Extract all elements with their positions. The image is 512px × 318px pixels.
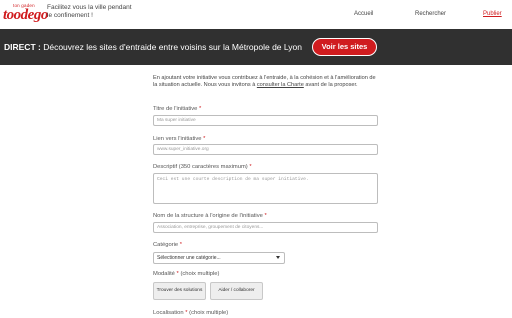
banner-prefix: DIRECT : <box>4 42 41 52</box>
nav-accueil[interactable]: Accueil <box>354 11 373 17</box>
link-label-text: Lien vers l'initiative <box>153 136 202 142</box>
modality-option-aider[interactable]: Aider / collaborer <box>210 282 263 300</box>
title-label: Titre de l'initiative * <box>153 106 201 112</box>
required-mark: * <box>264 213 267 219</box>
organization-label: Nom de la structure à l'origine de l'ini… <box>153 213 267 219</box>
description-label-text: Descriptif (350 caractères maximum) <box>153 164 248 170</box>
modality-label: Modalité * (choix multiple) <box>153 271 219 277</box>
link-input[interactable]: www.super_initiative.org <box>153 144 378 155</box>
site-header: ton gaden toodego Facilitez vous la vill… <box>0 0 512 29</box>
chevron-down-icon <box>276 256 280 259</box>
required-mark: * <box>185 310 188 316</box>
modality-option-trouver[interactable]: Trouver des solutions <box>153 282 206 300</box>
location-label-text: Localisation <box>153 310 184 316</box>
required-mark: * <box>179 242 183 248</box>
description-label: Descriptif (350 caractères maximum) * <box>153 164 252 170</box>
location-hint: (choix multiple) <box>189 310 229 316</box>
link-label: Lien vers l'initiative * <box>153 136 205 142</box>
required-mark: * <box>203 136 206 142</box>
organization-input[interactable]: Association, entreprise, groupement de c… <box>153 222 378 233</box>
nav-publier[interactable]: Publier <box>483 11 502 17</box>
category-label: Catégorie * <box>153 242 182 248</box>
category-selected-value: Sélectionner une catégorie... <box>157 255 221 261</box>
form-intro: En ajoutant votre initiative vous contri… <box>153 75 378 89</box>
required-mark: * <box>199 106 202 112</box>
required-mark: * <box>249 164 252 170</box>
voir-les-sites-button[interactable]: Voir les sites <box>312 38 377 56</box>
banner-text: DIRECT : Découvrez les sites d'entraide … <box>4 42 302 52</box>
required-mark: * <box>176 271 179 277</box>
intro-end: avant de la proposer. <box>303 82 358 88</box>
modality-label-text: Modalité <box>153 271 175 277</box>
site-tagline: Facilitez vous la ville pendant le confi… <box>47 4 132 19</box>
category-select[interactable]: Sélectionner une catégorie... <box>153 252 285 264</box>
toodego-logo[interactable]: ton gaden toodego <box>3 3 51 27</box>
nav-rechercher[interactable]: Rechercher <box>415 11 446 17</box>
modality-hint: (choix multiple) <box>180 271 220 277</box>
banner-message: Découvrez les sites d'entraide entre voi… <box>40 42 303 52</box>
title-label-text: Titre de l'initiative <box>153 106 198 112</box>
charter-link[interactable]: consulter la Charte <box>257 82 304 88</box>
live-banner: DIRECT : Découvrez les sites d'entraide … <box>0 29 512 65</box>
description-textarea[interactable]: Ceci est une courte description de ma su… <box>153 173 378 204</box>
title-input[interactable]: Ma super initiative <box>153 115 378 126</box>
category-label-text: Catégorie <box>153 242 179 248</box>
organization-label-text: Nom de la structure à l'origine de l'ini… <box>153 213 263 219</box>
logo-wordmark: toodego <box>3 7 48 23</box>
location-label: Localisation * (choix multiple) <box>153 310 228 316</box>
